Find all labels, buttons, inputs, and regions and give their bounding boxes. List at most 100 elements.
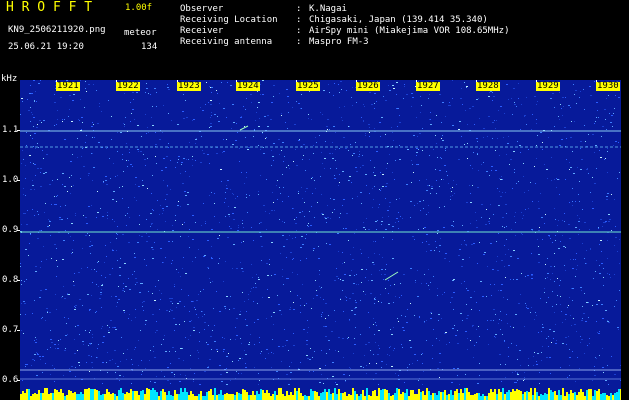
noise-pixel [29,243,30,244]
noise-pixel [152,249,154,250]
strip-bar [364,396,366,400]
noise-pixel [290,291,291,292]
noise-pixel [378,330,380,331]
noise-pixel [49,221,51,222]
noise-pixel [45,203,46,204]
noise-pixel [479,242,480,243]
noise-pixel [337,233,339,234]
noise-pixel [340,213,341,214]
noise-pixel [604,222,606,223]
noise-pixel [137,242,139,243]
noise-pixel [564,265,565,266]
noise-pixel [439,186,440,187]
noise-pixel [355,142,356,143]
noise-pixel [565,319,566,320]
noise-pixel [316,290,317,291]
noise-pixel [308,226,309,227]
noise-pixel [407,149,409,150]
noise-pixel [25,249,27,250]
noise-pixel [557,278,558,279]
strip-bar [336,394,338,400]
noise-pixel [598,117,599,118]
noise-pixel [549,357,551,358]
noise-pixel [340,299,341,300]
y-tick-label: 0.8 [2,275,19,285]
noise-pixel [162,208,164,209]
noise-pixel [342,263,343,264]
noise-pixel [197,350,198,351]
noise-pixel [598,300,600,301]
noise-pixel [470,340,471,341]
strip-bar [382,389,384,400]
noise-pixel [472,325,474,326]
noise-pixel [296,230,297,231]
noise-pixel [146,83,147,84]
noise-pixel [385,186,387,187]
noise-pixel [462,225,463,226]
noise-pixel [562,115,563,116]
noise-pixel [522,218,523,219]
strip-bar [250,395,252,400]
noise-pixel [572,151,573,152]
noise-pixel [165,167,167,168]
noise-pixel [467,143,468,144]
noise-pixel [305,148,306,149]
noise-pixel [515,235,516,236]
noise-pixel [91,269,92,270]
noise-pixel [156,321,157,322]
noise-pixel [68,294,70,295]
noise-pixel [331,331,333,332]
noise-pixel [49,225,50,226]
strip-bar [114,394,116,400]
noise-pixel [288,384,290,385]
noise-pixel [575,259,576,260]
noise-pixel [223,139,224,140]
noise-pixel [439,251,440,252]
noise-pixel [291,362,292,363]
strip-bar [434,393,436,400]
noise-pixel [146,233,147,234]
noise-pixel [462,320,463,321]
noise-pixel [476,342,477,343]
noise-pixel [293,345,295,346]
noise-pixel [118,286,119,287]
noise-pixel [170,301,172,302]
noise-pixel [109,158,110,159]
noise-pixel [134,253,135,254]
noise-pixel [611,115,613,116]
noise-pixel [564,221,565,222]
noise-pixel [528,365,529,366]
noise-pixel [603,277,604,278]
noise-pixel [229,309,230,310]
noise-pixel [168,147,169,148]
noise-pixel [65,348,66,349]
noise-pixel [327,205,328,206]
noise-pixel [224,306,226,307]
noise-pixel [452,187,453,188]
noise-pixel [384,274,386,275]
strip-bar [436,395,438,400]
noise-pixel [417,296,419,297]
noise-pixel [339,92,340,93]
noise-pixel [489,218,490,219]
noise-pixel [452,80,453,81]
noise-pixel [170,309,171,310]
noise-pixel [550,98,552,99]
noise-pixel [114,327,116,328]
noise-pixel [207,154,209,155]
noise-pixel [399,115,400,116]
strip-bar [80,392,82,400]
noise-pixel [48,219,49,220]
noise-pixel [554,208,555,209]
noise-pixel [74,273,75,274]
strip-bar [46,388,48,400]
noise-pixel [25,364,26,365]
noise-pixel [143,310,144,311]
noise-pixel [184,222,185,223]
noise-pixel [499,178,500,179]
noise-pixel [395,373,396,374]
noise-pixel [214,114,216,115]
noise-pixel [600,157,602,158]
noise-pixel [132,166,133,167]
noise-pixel [618,97,620,98]
